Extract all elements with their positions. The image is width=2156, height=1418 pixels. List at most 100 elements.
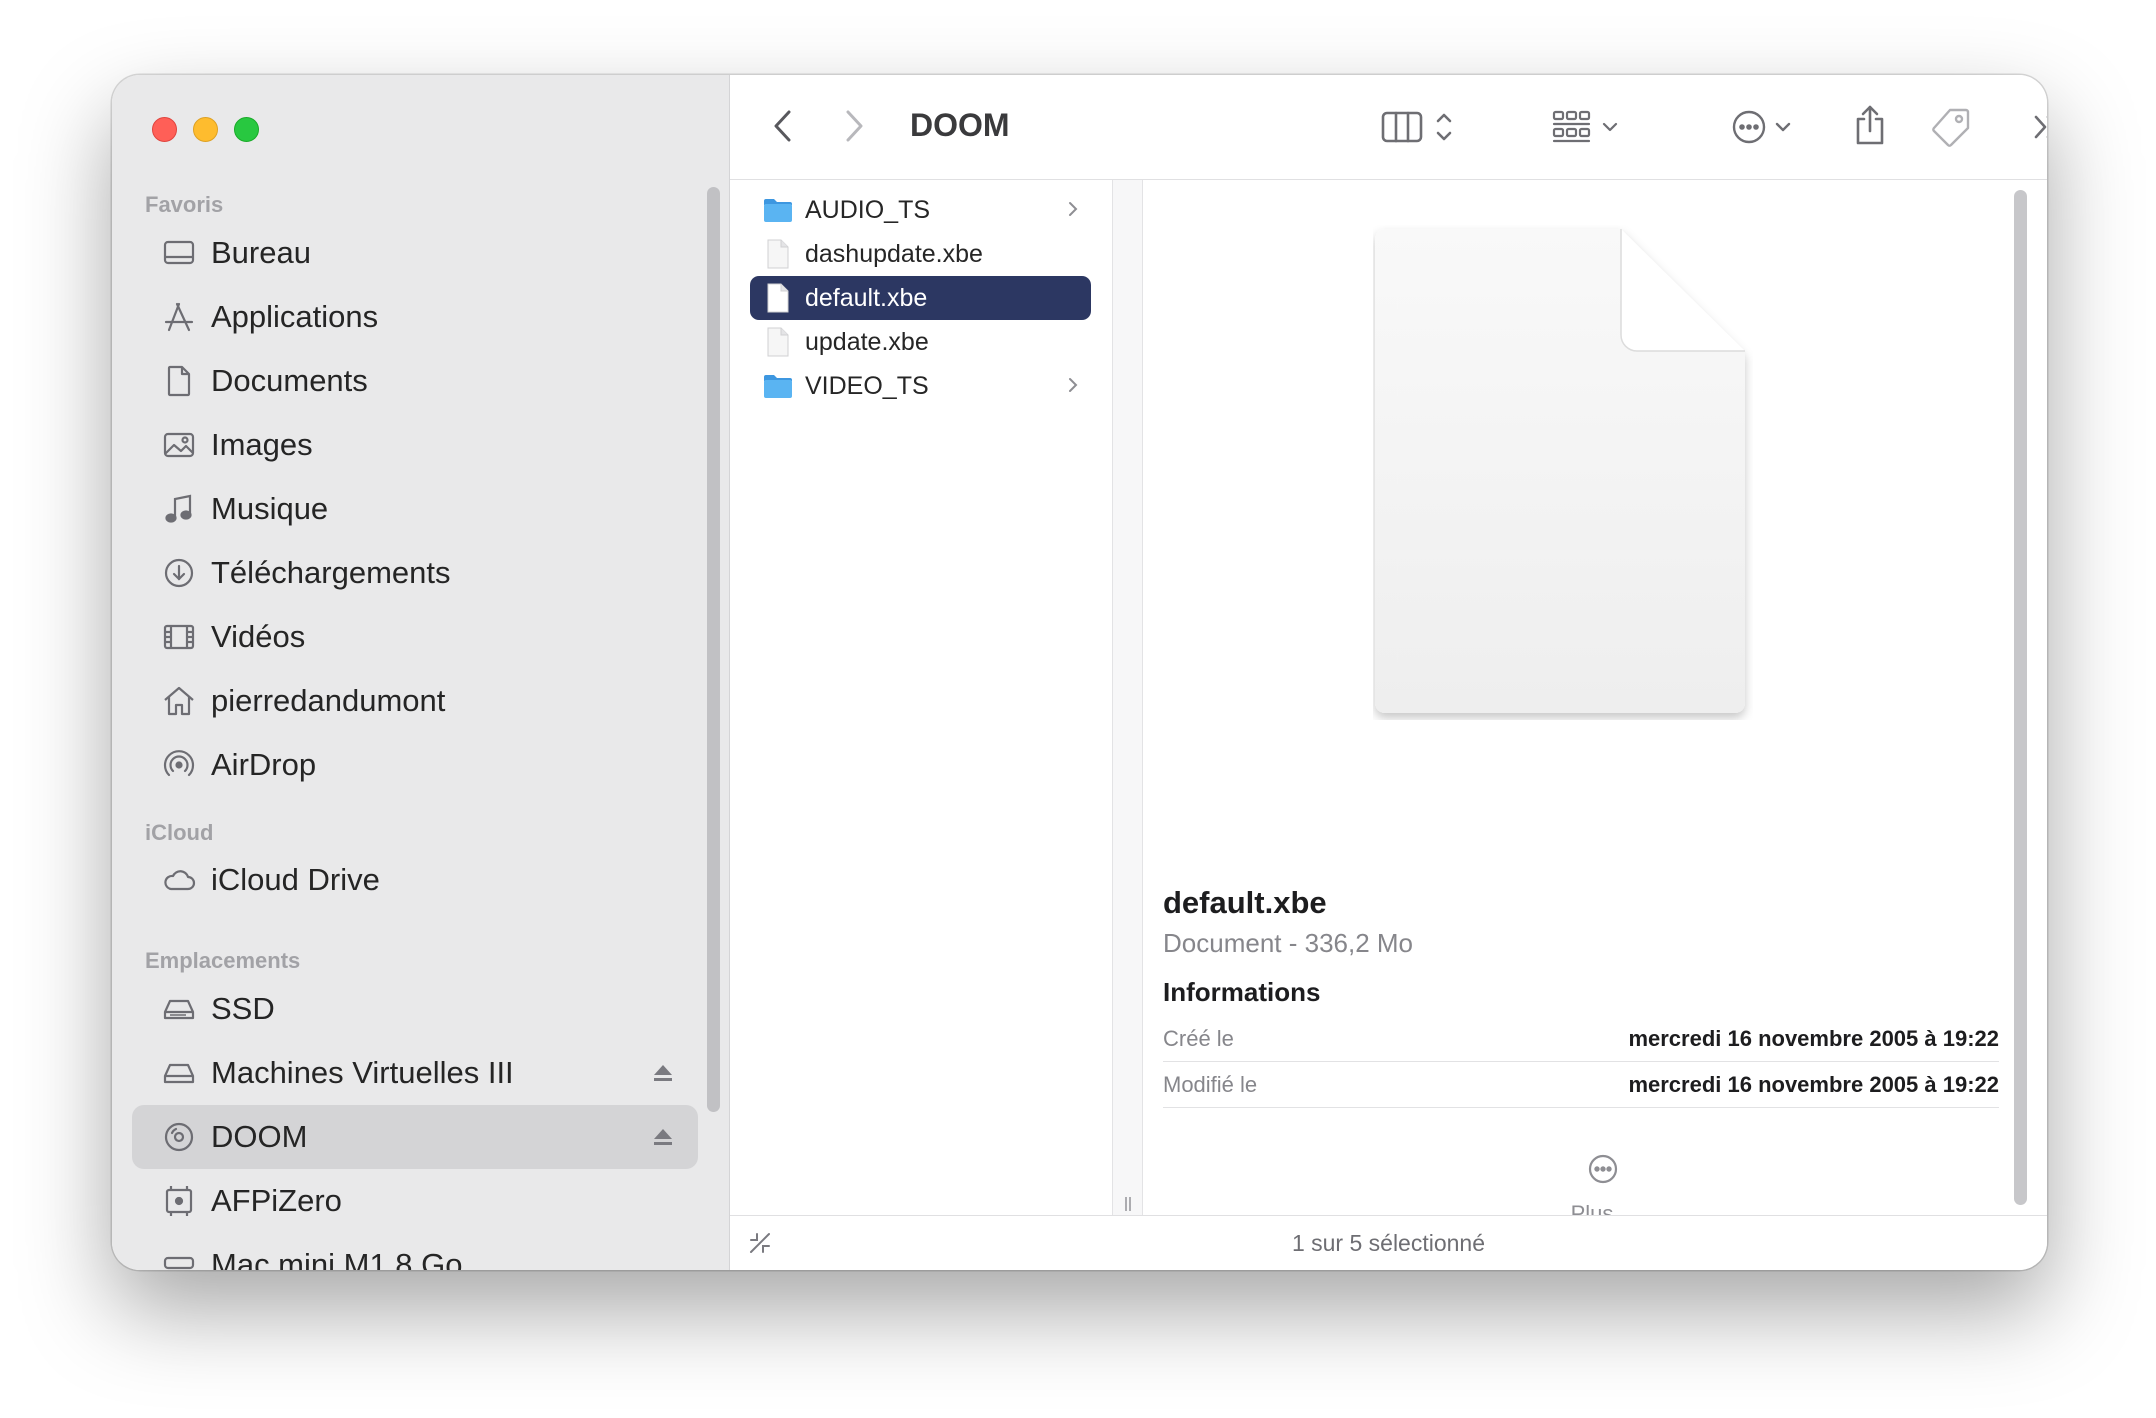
- document-icon: [1373, 225, 1753, 720]
- tags-button[interactable]: [1930, 106, 1972, 148]
- sidebar-item-label: Vidéos: [211, 619, 306, 654]
- group-button[interactable]: [1552, 108, 1628, 146]
- info-label: Créé le: [1163, 1025, 1234, 1051]
- share-icon: [1856, 105, 1884, 145]
- info-heading: Informations: [1163, 977, 1321, 1007]
- document-icon: [162, 364, 196, 398]
- list-item-audio-ts[interactable]: AUDIO_TS: [750, 188, 1091, 232]
- sidebar-item-label: iCloud Drive: [211, 862, 380, 897]
- list-item-video-ts[interactable]: VIDEO_TS: [750, 364, 1091, 408]
- sidebar-item-label: SSD: [211, 991, 275, 1026]
- sidebar-item-doom[interactable]: DOOM: [132, 1105, 698, 1169]
- minimize-button[interactable]: [193, 117, 218, 142]
- more-toolbar-button[interactable]: [2032, 113, 2047, 141]
- sidebar-item-label: AFPiZero: [211, 1183, 342, 1218]
- sidebar-item-videos[interactable]: Vidéos: [132, 605, 698, 669]
- music-note-icon: [162, 492, 196, 526]
- chevron-double-right-icon: [2034, 115, 2047, 139]
- preview-file-name: default.xbe: [1163, 885, 1327, 920]
- window-title: DOOM: [910, 107, 1010, 143]
- sidebar-item-label: Téléchargements: [211, 555, 451, 590]
- sidebar-item-mac-mini[interactable]: Mac mini M1 8 Go: [132, 1233, 698, 1270]
- sidebar-item-label: pierredandumont: [211, 683, 446, 718]
- sidebar-item-label: Bureau: [211, 235, 311, 270]
- sidebar-item-images[interactable]: Images: [132, 413, 698, 477]
- file-name: default.xbe: [805, 283, 928, 312]
- file-name: update.xbe: [805, 327, 929, 356]
- file-name: AUDIO_TS: [805, 195, 931, 224]
- sidebar-item-ssd[interactable]: SSD: [132, 977, 698, 1041]
- disc-icon: [162, 1120, 196, 1154]
- action-button[interactable]: [1730, 108, 1806, 146]
- close-button[interactable]: [152, 117, 177, 142]
- download-icon: [162, 556, 196, 590]
- photo-icon: [162, 428, 196, 462]
- eject-icon[interactable]: [652, 1126, 674, 1148]
- sidebar-item-airdrop[interactable]: AirDrop: [132, 733, 698, 797]
- drive-icon: [162, 1056, 196, 1090]
- info-value: mercredi 16 novembre 2005 à 19:22: [1628, 1071, 1999, 1097]
- file-icon: [763, 283, 793, 313]
- applications-icon: [162, 300, 196, 334]
- film-icon: [162, 620, 196, 654]
- sidebar-item-home[interactable]: pierredandumont: [132, 669, 698, 733]
- server-icon: [162, 1184, 196, 1218]
- sidebar: Favoris Bureau Applications Documents Im…: [112, 75, 730, 1270]
- info-value: mercredi 16 novembre 2005 à 19:22: [1628, 1025, 1999, 1051]
- list-item-update[interactable]: update.xbe: [750, 320, 1091, 364]
- cloud-icon: [162, 863, 196, 897]
- share-button[interactable]: [1852, 103, 1888, 147]
- preview-file-kind: Document - 336,2 Mo: [1163, 928, 1414, 958]
- tag-icon: [1932, 108, 1970, 147]
- chevron-right-icon: [846, 110, 863, 142]
- columns-view-icon: [1381, 111, 1452, 143]
- sidebar-item-label: Musique: [211, 491, 329, 526]
- sidebar-item-machines-virtuelles[interactable]: Machines Virtuelles III: [132, 1041, 698, 1105]
- airdrop-icon: [162, 748, 196, 782]
- sidebar-item-label: DOOM: [211, 1119, 308, 1154]
- sidebar-scrollbar[interactable]: [707, 187, 720, 1112]
- section-favorites: Favoris: [145, 192, 224, 217]
- file-icon: [763, 239, 793, 269]
- info-label: Modifié le: [1163, 1071, 1258, 1097]
- drive-icon: [162, 992, 196, 1026]
- chevron-right-icon: [1067, 199, 1079, 224]
- sidebar-item-bureau[interactable]: Bureau: [132, 221, 698, 285]
- home-icon: [162, 684, 196, 718]
- info-row-created: Créé le mercredi 16 novembre 2005 à 19:2…: [1163, 1016, 1999, 1062]
- sidebar-item-label: Machines Virtuelles III: [211, 1055, 514, 1090]
- sidebar-item-documents[interactable]: Documents: [132, 349, 698, 413]
- sidebar-item-label: Mac mini M1 8 Go: [211, 1247, 463, 1270]
- list-item-default[interactable]: default.xbe: [750, 276, 1091, 320]
- sidebar-item-telechargements[interactable]: Téléchargements: [132, 541, 698, 605]
- chevron-right-icon: [1067, 375, 1079, 400]
- sidebar-item-afpizero[interactable]: AFPiZero: [132, 1169, 698, 1233]
- preview-scrollbar[interactable]: [2014, 190, 2027, 1205]
- info-row-modified: Modifié le mercredi 16 novembre 2005 à 1…: [1163, 1062, 1999, 1108]
- file-name: dashupdate.xbe: [805, 239, 983, 268]
- back-button[interactable]: [772, 108, 794, 144]
- folder-icon: [763, 195, 793, 225]
- section-locations: Emplacements: [145, 948, 301, 973]
- zoom-button[interactable]: [234, 117, 259, 142]
- chevron-left-icon: [774, 110, 791, 142]
- file-name: VIDEO_TS: [805, 371, 929, 400]
- sidebar-item-icloud-drive[interactable]: iCloud Drive: [132, 848, 698, 912]
- ellipsis-circle-icon: [1732, 110, 1791, 144]
- eject-icon[interactable]: [652, 1062, 674, 1084]
- list-item-dashupdate[interactable]: dashupdate.xbe: [750, 232, 1091, 276]
- file-icon: [763, 327, 793, 357]
- computer-icon: [162, 1248, 196, 1270]
- sidebar-item-musique[interactable]: Musique: [132, 477, 698, 541]
- view-mode-button[interactable]: [1381, 108, 1461, 146]
- column-resize-handle[interactable]: [1123, 1195, 1133, 1213]
- desktop-icon: [162, 236, 196, 270]
- selection-status: 1 sur 5 sélectionné: [1291, 1230, 1486, 1256]
- grid-icon: [1552, 110, 1618, 143]
- sidebar-item-label: AirDrop: [211, 747, 317, 782]
- status-bar: 1 sur 5 sélectionné: [730, 1215, 2047, 1270]
- ellipsis-circle-icon: [1588, 1154, 1618, 1184]
- forward-button[interactable]: [843, 108, 865, 144]
- sidebar-item-label: Applications: [211, 299, 379, 334]
- sidebar-item-applications[interactable]: Applications: [132, 285, 698, 349]
